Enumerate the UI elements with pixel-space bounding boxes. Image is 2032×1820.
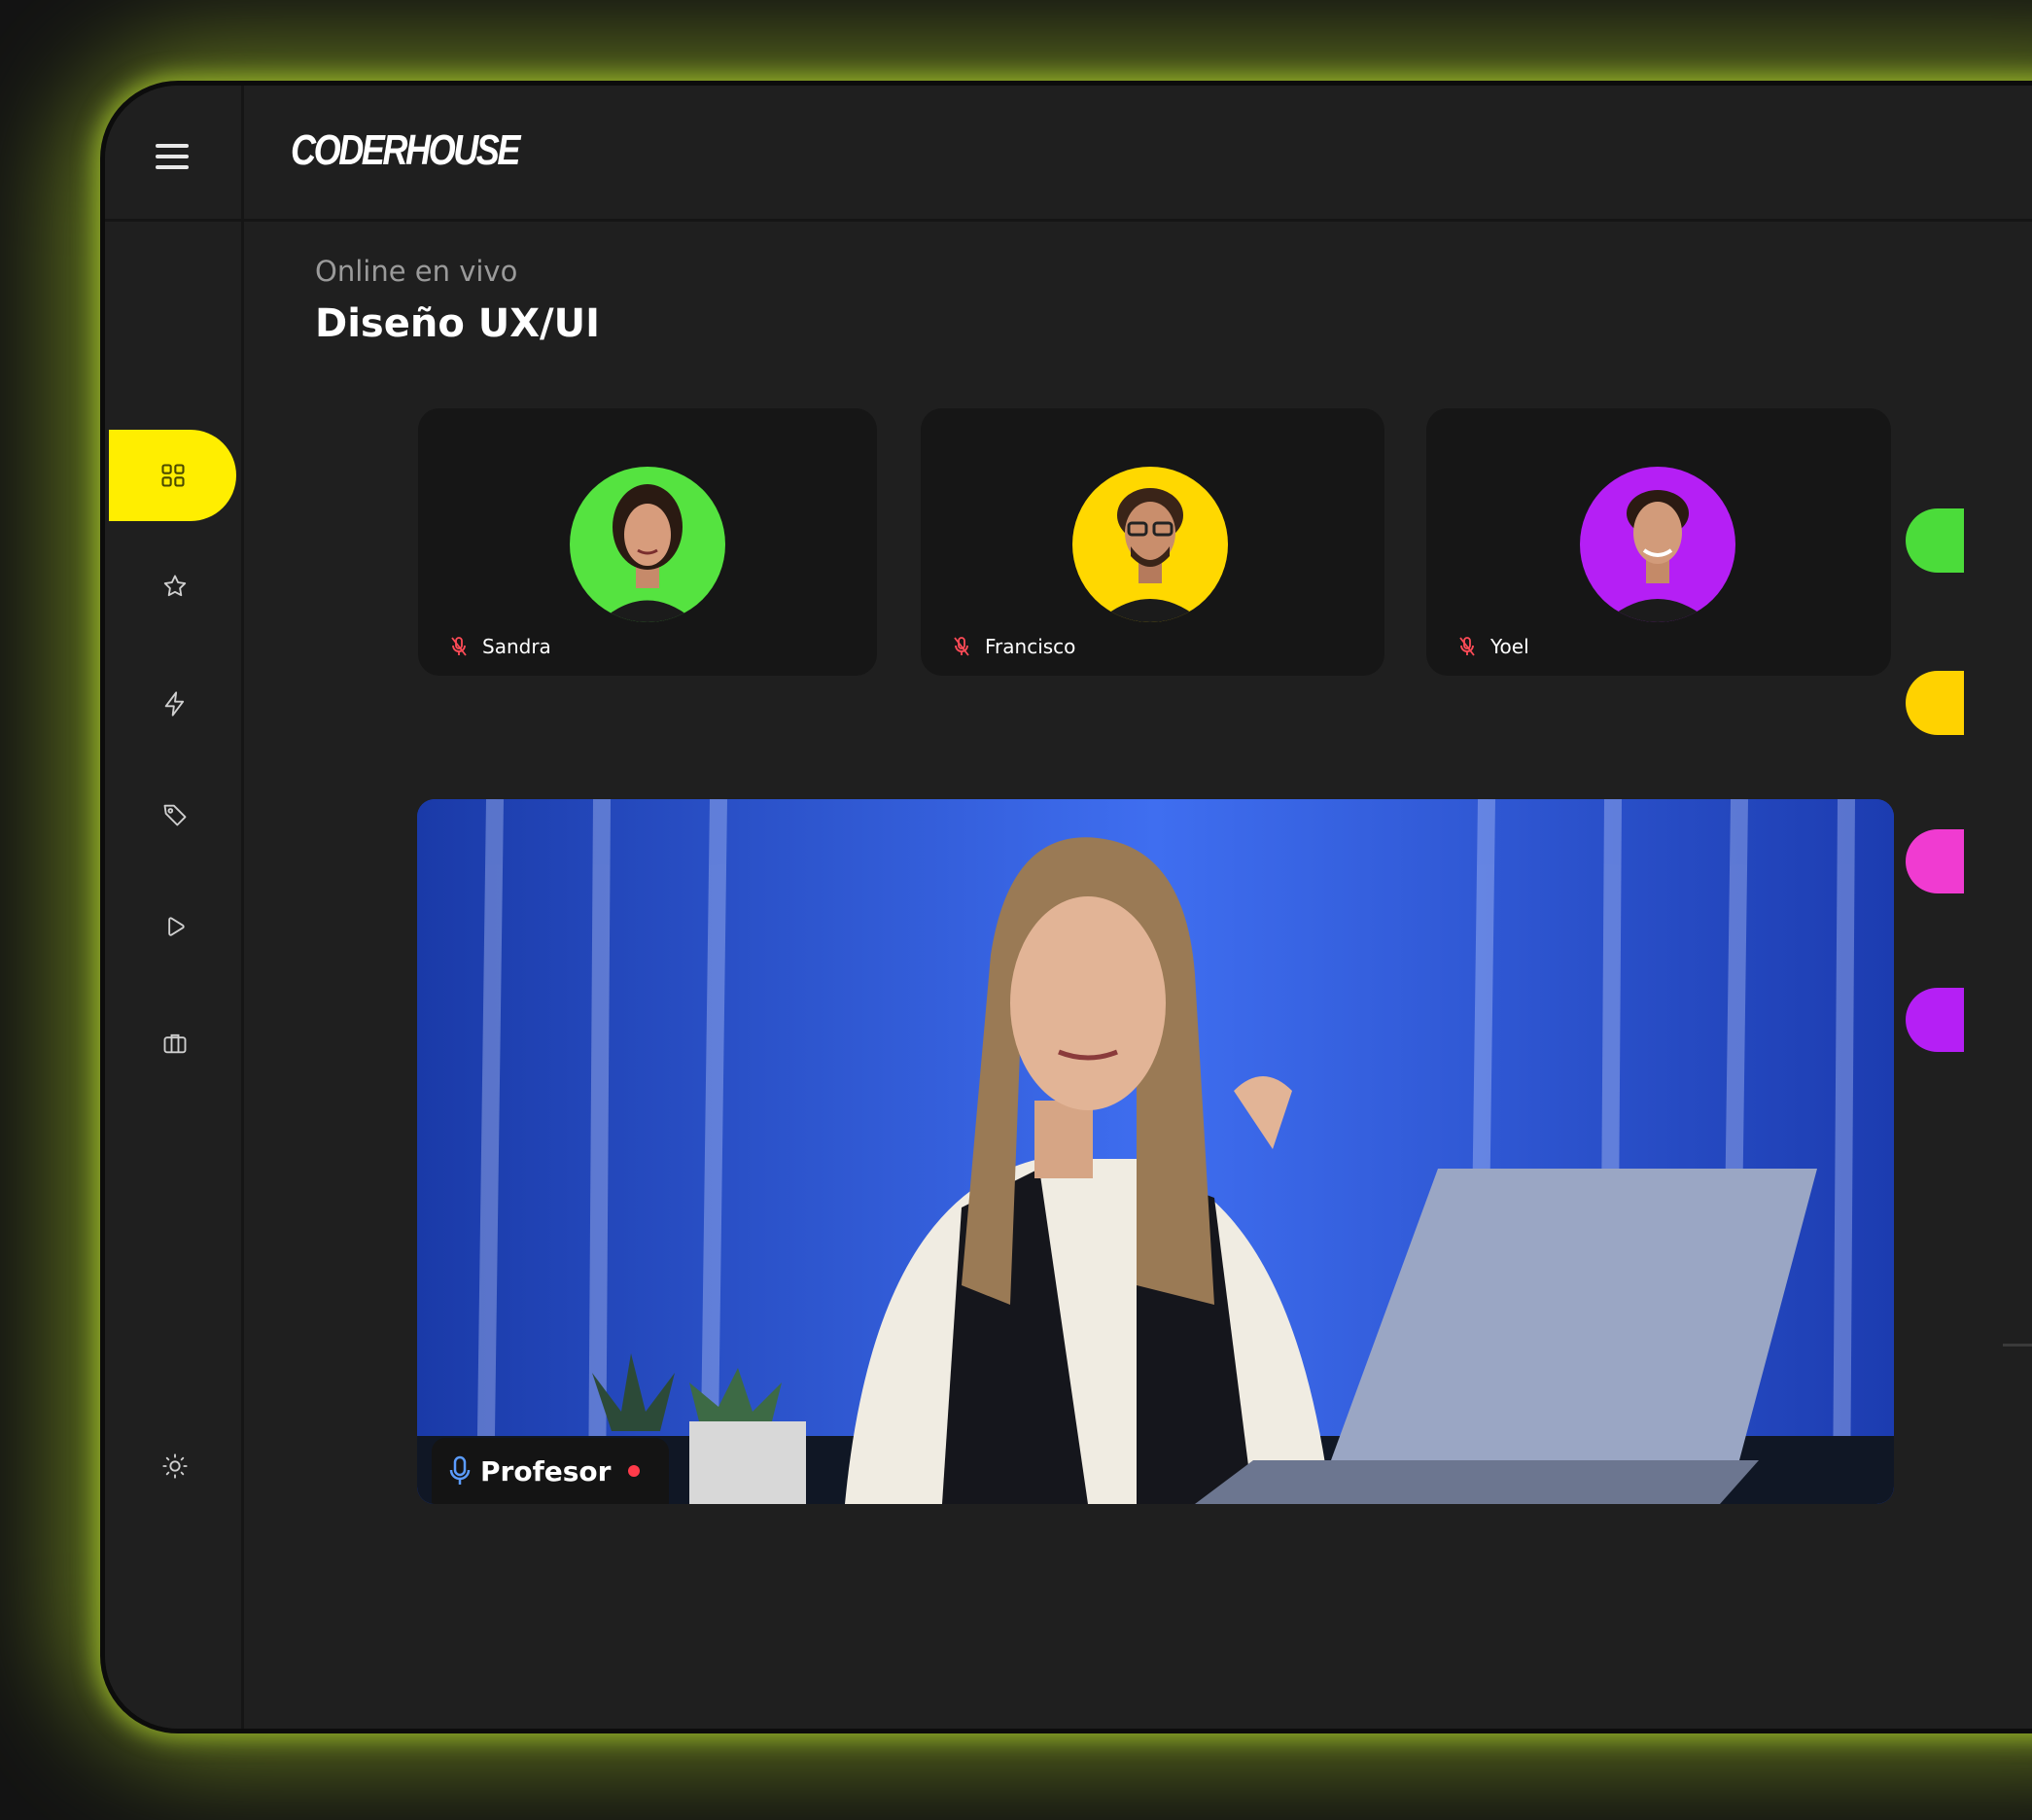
side-avatar[interactable] [1906,829,1964,893]
video-frame [417,799,1894,1504]
person-photo [1097,488,1204,622]
sidebar-item-videos[interactable] [105,898,244,957]
live-indicator [628,1465,641,1477]
sidebar-item-dashboard[interactable] [109,430,236,521]
speaker-label: Profesor [432,1438,670,1504]
sidebar-item-favorites[interactable] [105,557,244,615]
main-video-stream[interactable]: Profesor [417,799,1894,1504]
grid-icon [160,464,185,487]
sidebar [105,86,244,1729]
person-photo [599,484,696,622]
sidebar-divider [105,219,244,222]
mic-muted-icon [451,637,467,656]
mic-muted-icon [954,637,969,656]
participant-card-sandra[interactable]: Sandra [418,408,877,676]
participant-name: Sandra [482,635,551,658]
participant-card-yoel[interactable]: Yoel [1426,408,1891,676]
side-avatar[interactable] [1906,508,1964,573]
briefcase-icon [163,1033,186,1054]
brand-logo[interactable]: CODERHOUSE [291,126,520,175]
menu-icon[interactable] [156,144,189,169]
divider [2003,1344,2032,1347]
avatar [1580,467,1735,622]
sidebar-item-jobs[interactable] [105,1014,244,1072]
page-title: Diseño UX/UI [315,301,601,346]
side-avatar[interactable] [1906,671,1964,735]
sun-icon [161,1453,188,1479]
person-photo [1604,490,1711,622]
avatar [570,467,725,622]
participant-name: Francisco [985,635,1076,658]
theme-toggle[interactable] [105,1437,244,1495]
top-bar: CODERHOUSE [244,86,2032,222]
microphone-icon [449,1455,471,1485]
mic-muted-icon [1459,637,1475,656]
participant-card-francisco[interactable]: Francisco [921,408,1384,676]
app-stage: CODERHOUSE Online en vivo Diseño UX/UI S… [0,0,2032,1820]
speaker-name: Profesor [480,1454,612,1488]
sidebar-item-activity[interactable] [105,675,244,733]
participant-name: Yoel [1490,635,1529,658]
page-subtitle: Online en vivo [315,255,518,288]
lightning-icon [164,691,184,717]
play-icon [167,917,185,936]
side-avatar[interactable] [1906,988,1964,1052]
star-icon [163,575,186,597]
tag-icon [163,804,186,826]
avatar [1072,467,1228,622]
sidebar-item-tags[interactable] [105,786,244,844]
